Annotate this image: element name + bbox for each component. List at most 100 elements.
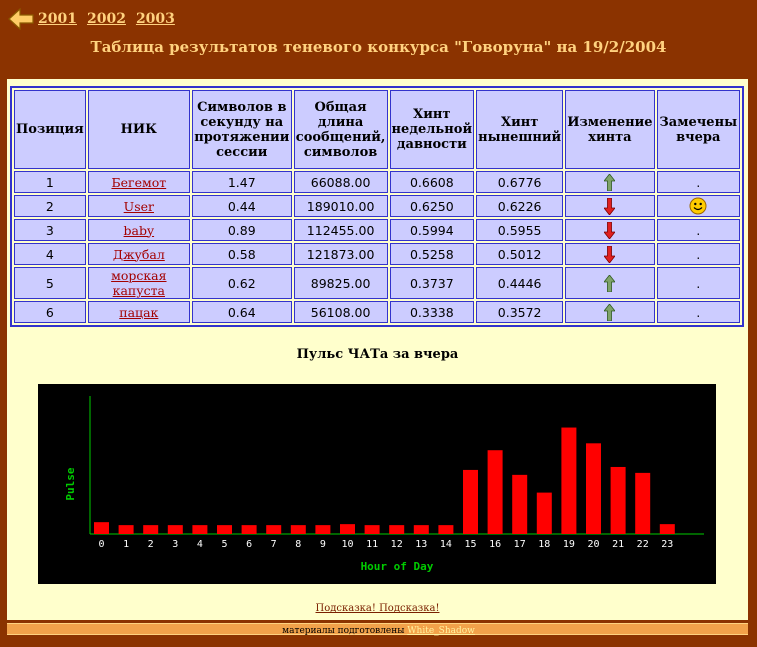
hint-now-cell: 0.5955 — [476, 219, 564, 241]
seen-cell: . — [656, 301, 740, 323]
author-link[interactable]: White_Shadow — [407, 626, 475, 636]
arrow-down-icon — [604, 197, 616, 215]
position-cell: 5 — [14, 267, 86, 299]
bar — [266, 525, 282, 534]
arrow-up-icon — [604, 173, 616, 191]
hint-change-cell — [565, 267, 655, 299]
x-tick-label: 12 — [391, 539, 403, 550]
hint-link[interactable]: Подсказка! Подсказка! — [316, 603, 440, 614]
seen-cell: . — [656, 267, 740, 299]
nick-cell: пацак — [87, 301, 190, 323]
bar — [217, 525, 232, 534]
header-hint-change: Изменение хинта — [565, 90, 655, 169]
hint-change-cell — [565, 219, 655, 241]
nick-cell: Бегемот — [87, 171, 190, 193]
hint-week-cell: 0.3338 — [389, 301, 475, 323]
year-link-2003[interactable]: 2003 — [136, 11, 175, 27]
x-tick-label: 16 — [489, 539, 501, 550]
header-hint-now: Хинт нынешний — [476, 90, 564, 169]
arrow-up-icon — [604, 274, 616, 292]
cps-cell: 0.62 — [191, 267, 292, 299]
footer-link-container: Подсказка! Подсказка! — [7, 603, 748, 614]
x-tick-label: 15 — [464, 539, 476, 550]
x-tick-label: 10 — [341, 539, 353, 550]
bar — [364, 525, 380, 534]
length-cell: 89825.00 — [293, 267, 388, 299]
arrow-down-icon — [604, 245, 616, 263]
nick-cell: baby — [87, 219, 190, 241]
x-tick-label: 21 — [612, 539, 624, 550]
table-row: 2 User 0.44 189010.00 0.6250 0.6226 — [14, 195, 740, 217]
position-cell: 2 — [14, 195, 86, 217]
cps-cell: 0.64 — [191, 301, 292, 323]
smiley-icon — [689, 197, 707, 215]
seen-dot: . — [696, 305, 701, 320]
x-tick-label: 13 — [415, 539, 427, 550]
cps-cell: 1.47 — [191, 171, 292, 193]
nick-link[interactable]: User — [124, 199, 154, 214]
nick-link[interactable]: морская капуста — [111, 268, 166, 298]
length-cell: 56108.00 — [293, 301, 388, 323]
hint-change-cell — [565, 243, 655, 265]
bar — [512, 474, 528, 534]
nick-link[interactable]: пацак — [119, 305, 158, 320]
hint-now-cell: 0.4446 — [476, 267, 564, 299]
position-cell: 1 — [14, 171, 86, 193]
x-tick-label: 0 — [98, 539, 104, 550]
x-tick-label: 19 — [563, 539, 575, 550]
nick-cell: морская капуста — [87, 267, 190, 299]
position-cell: 4 — [14, 243, 86, 265]
credit-text: материалы подготовлены — [282, 626, 405, 636]
year-navigation: 2001 2002 2003 — [8, 8, 185, 30]
results-table: Позиция НИК Символов в секунду на протяж… — [10, 86, 744, 327]
year-link-2001[interactable]: 2001 — [38, 11, 77, 27]
bar — [389, 525, 405, 534]
header-hint-week: Хинт недельной давности — [389, 90, 475, 169]
nick-cell: User — [87, 195, 190, 217]
hint-week-cell: 0.5258 — [389, 243, 475, 265]
position-cell: 3 — [14, 219, 86, 241]
x-tick-label: 2 — [148, 539, 154, 550]
x-tick-label: 22 — [637, 539, 649, 550]
bar — [143, 525, 159, 534]
cps-cell: 0.58 — [191, 243, 292, 265]
y-axis-label: Pulse — [64, 467, 77, 500]
header-position: Позиция — [14, 90, 86, 169]
seen-dot: . — [696, 175, 701, 190]
left-arrow-icon[interactable] — [8, 8, 34, 30]
year-link-2002[interactable]: 2002 — [87, 11, 126, 27]
hint-week-cell: 0.6608 — [389, 171, 475, 193]
x-tick-label: 23 — [661, 539, 673, 550]
bar — [610, 466, 626, 534]
seen-dot: . — [696, 276, 701, 291]
hint-change-cell — [565, 195, 655, 217]
x-tick-label: 6 — [246, 539, 252, 550]
content-panel: Позиция НИК Символов в секунду на протяж… — [7, 79, 748, 620]
cps-cell: 0.89 — [191, 219, 292, 241]
bar — [561, 427, 577, 534]
x-tick-label: 5 — [221, 539, 227, 550]
seen-cell: . — [656, 219, 740, 241]
x-tick-label: 8 — [295, 539, 301, 550]
table-row: 5 морская капуста 0.62 89825.00 0.3737 0.4446… — [14, 267, 740, 299]
bar — [94, 522, 109, 534]
nick-link[interactable]: Джубал — [113, 247, 165, 262]
x-tick-label: 20 — [587, 539, 599, 550]
seen-cell: . — [656, 243, 740, 265]
x-tick-label: 1 — [123, 539, 129, 550]
bar — [167, 525, 183, 534]
hint-week-cell: 0.3737 — [389, 267, 475, 299]
hint-change-cell — [565, 301, 655, 323]
x-tick-label: 18 — [538, 539, 550, 550]
hint-week-cell: 0.5994 — [389, 219, 475, 241]
hint-week-cell: 0.6250 — [389, 195, 475, 217]
pulse-chart: 0 1 2 3 4 5 6 7 8 9 10 11 12 13 14 15 16 17 18 19 20 21 22 23Ho… — [38, 384, 716, 584]
x-tick-label: 9 — [320, 539, 326, 550]
x-tick-label: 17 — [514, 539, 526, 550]
nick-link[interactable]: Бегемот — [111, 175, 166, 190]
seen-dot: . — [696, 223, 701, 238]
nick-link[interactable]: baby — [124, 223, 155, 238]
bar — [438, 525, 454, 534]
x-tick-label: 11 — [366, 539, 378, 550]
length-cell: 66088.00 — [293, 171, 388, 193]
